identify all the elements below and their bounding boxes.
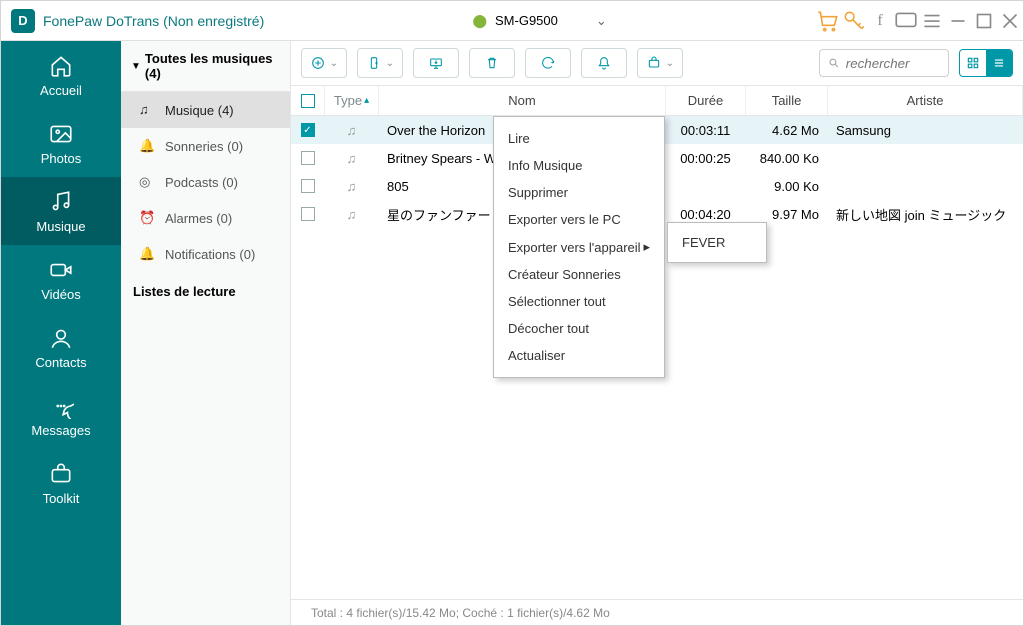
android-icon: ⬤ <box>472 13 487 29</box>
facebook-icon[interactable]: f <box>867 8 893 34</box>
header-duree[interactable]: Durée <box>666 86 746 115</box>
view-toggle[interactable] <box>959 49 1013 77</box>
status-bar: Total : 4 fichier(s)/15.42 Mo; Coché : 1… <box>291 599 1023 625</box>
category-sidebar: ▼Toutes les musiques (4) ♫Musique (4)🔔So… <box>121 41 291 625</box>
cell-duree: 00:00:25 <box>666 144 746 172</box>
search-icon <box>828 56 840 70</box>
menu-icon[interactable] <box>919 8 945 34</box>
playlists-section: Listes de lecture <box>121 272 290 311</box>
device-selector[interactable]: ⬤ SM-G9500 ⌄ <box>452 9 626 33</box>
close-icon[interactable] <box>997 8 1023 34</box>
chevron-down-icon: ⌄ <box>596 13 607 29</box>
row-checkbox[interactable] <box>301 151 315 165</box>
cart-icon[interactable] <box>815 8 841 34</box>
category-icon: 🔔 <box>139 246 155 262</box>
category-icon: 🔔 <box>139 138 155 154</box>
context-menu-item[interactable]: Actualiser <box>494 342 664 369</box>
title-bar: D FonePaw DoTrans (Non enregistré) ⬤ SM-… <box>1 1 1023 41</box>
submenu-item[interactable]: FEVER <box>668 229 766 256</box>
to-device-button[interactable]: ⌄ <box>357 48 403 78</box>
key-icon[interactable] <box>841 8 867 34</box>
cell-taille: 4.62 Mo <box>746 116 828 144</box>
device-name: SM-G9500 <box>495 13 558 28</box>
delete-button[interactable] <box>469 48 515 78</box>
nav-accueil[interactable]: Accueil <box>1 41 121 109</box>
minimize-icon[interactable] <box>945 8 971 34</box>
refresh-button[interactable] <box>525 48 571 78</box>
music-icon: ♫ <box>347 179 357 194</box>
header-name[interactable]: Nom <box>379 86 666 115</box>
nav-photos[interactable]: Photos <box>1 109 121 177</box>
context-menu: LireInfo MusiqueSupprimerExporter vers l… <box>493 116 665 378</box>
context-menu-item[interactable]: Lire <box>494 125 664 152</box>
category-icon: ♫ <box>139 102 155 118</box>
table-header: Type Nom Durée Taille Artiste <box>291 86 1023 116</box>
music-icon: ♫ <box>347 151 357 166</box>
music-icon: ♫ <box>347 207 357 222</box>
left-nav: Accueil Photos Musique Vidéos Contacts M… <box>1 41 121 625</box>
grid-view-icon[interactable] <box>960 50 986 76</box>
search-input[interactable] <box>846 56 940 71</box>
app-logo-icon: D <box>11 9 35 33</box>
cell-duree <box>666 172 746 200</box>
to-pc-button[interactable] <box>413 48 459 78</box>
category-icon: ◎ <box>139 174 155 190</box>
context-menu-item[interactable]: Sélectionner tout <box>494 288 664 315</box>
nav-videos[interactable]: Vidéos <box>1 245 121 313</box>
header-taille[interactable]: Taille <box>746 86 828 115</box>
table-body: ♫ Over the Horizon 00:03:11 4.62 Mo Sams… <box>291 116 1023 599</box>
app-title: FonePaw DoTrans (Non enregistré) <box>43 13 264 29</box>
subnav-item[interactable]: ♫Musique (4) <box>121 92 290 128</box>
search-box[interactable] <box>819 49 949 77</box>
header-artist[interactable]: Artiste <box>828 86 1023 115</box>
header-type[interactable]: Type <box>325 86 379 115</box>
context-menu-item[interactable]: Exporter vers le PC <box>494 206 664 233</box>
context-menu-item[interactable]: Exporter vers l'appareil▸ <box>494 233 664 261</box>
subnav-item[interactable]: 🔔Notifications (0) <box>121 236 290 272</box>
context-menu-item[interactable]: Décocher tout <box>494 315 664 342</box>
subnav-header[interactable]: ▼Toutes les musiques (4) <box>121 41 290 92</box>
nav-messages[interactable]: Messages <box>1 381 121 449</box>
category-icon: ⏰ <box>139 210 155 226</box>
feedback-icon[interactable] <box>893 8 919 34</box>
context-menu-item[interactable]: Créateur Sonneries <box>494 261 664 288</box>
nav-contacts[interactable]: Contacts <box>1 313 121 381</box>
music-icon: ♫ <box>347 123 357 138</box>
cell-artist: Samsung <box>828 116 1023 144</box>
subnav-item[interactable]: 🔔Sonneries (0) <box>121 128 290 164</box>
cell-taille: 9.00 Ko <box>746 172 828 200</box>
subnav-item[interactable]: ⏰Alarmes (0) <box>121 200 290 236</box>
cell-artist <box>828 172 1023 200</box>
chevron-right-icon: ▸ <box>643 239 650 255</box>
toolkit-button[interactable]: ⌄ <box>637 48 683 78</box>
row-checkbox[interactable] <box>301 123 315 137</box>
toolbar: ⌄ ⌄ ⌄ <box>291 41 1023 86</box>
ringtone-button[interactable] <box>581 48 627 78</box>
nav-toolkit[interactable]: Toolkit <box>1 449 121 517</box>
cell-artist <box>828 144 1023 172</box>
list-view-icon[interactable] <box>986 50 1012 76</box>
row-checkbox[interactable] <box>301 207 315 221</box>
subnav-item[interactable]: ◎Podcasts (0) <box>121 164 290 200</box>
context-menu-item[interactable]: Supprimer <box>494 179 664 206</box>
cell-taille: 840.00 Ko <box>746 144 828 172</box>
maximize-icon[interactable] <box>971 8 997 34</box>
cell-artist: 新しい地図 join ミュージック <box>828 200 1023 228</box>
nav-musique[interactable]: Musique <box>1 177 121 245</box>
context-menu-item[interactable]: Info Musique <box>494 152 664 179</box>
header-checkbox[interactable] <box>291 86 325 115</box>
add-button[interactable]: ⌄ <box>301 48 347 78</box>
row-checkbox[interactable] <box>301 179 315 193</box>
context-submenu: FEVER <box>667 222 767 263</box>
cell-duree: 00:03:11 <box>666 116 746 144</box>
